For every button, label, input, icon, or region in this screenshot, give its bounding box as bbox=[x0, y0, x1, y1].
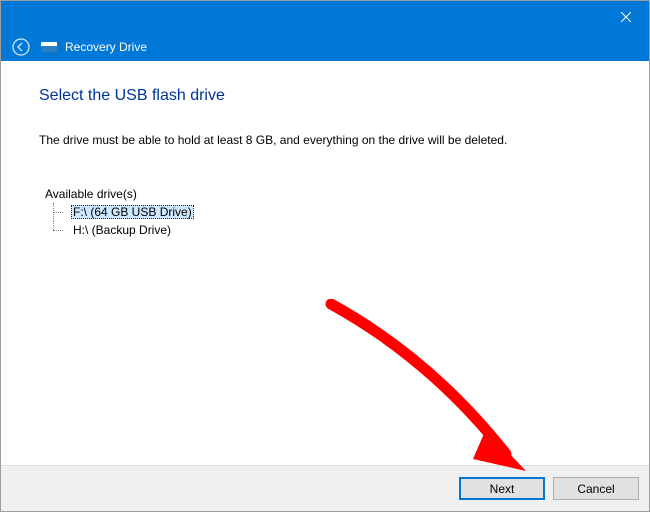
drive-item-h[interactable]: H:\ (Backup Drive) bbox=[49, 221, 611, 239]
close-button[interactable] bbox=[603, 1, 649, 33]
drive-item-label: H:\ (Backup Drive) bbox=[71, 223, 173, 237]
drive-item-label: F:\ (64 GB USB Drive) bbox=[71, 205, 194, 219]
back-arrow-icon bbox=[12, 38, 30, 56]
back-button[interactable] bbox=[9, 35, 33, 59]
header-bar: Recovery Drive bbox=[1, 33, 649, 61]
window-title: Recovery Drive bbox=[65, 40, 147, 54]
cancel-button[interactable]: Cancel bbox=[553, 477, 639, 500]
available-drives-label: Available drive(s) bbox=[45, 187, 611, 201]
page-heading: Select the USB flash drive bbox=[39, 87, 611, 105]
tree-connector-icon bbox=[53, 203, 65, 221]
tree-connector-icon bbox=[53, 221, 65, 239]
drive-list: F:\ (64 GB USB Drive) H:\ (Backup Drive) bbox=[49, 203, 611, 239]
content-area: Select the USB flash drive The drive mus… bbox=[1, 61, 649, 465]
drive-item-f[interactable]: F:\ (64 GB USB Drive) bbox=[49, 203, 611, 221]
titlebar bbox=[1, 1, 649, 33]
next-button[interactable]: Next bbox=[459, 477, 545, 500]
page-description: The drive must be able to hold at least … bbox=[39, 133, 611, 147]
footer-bar: Next Cancel bbox=[1, 465, 649, 511]
drive-icon bbox=[41, 40, 59, 54]
close-icon bbox=[621, 12, 631, 22]
